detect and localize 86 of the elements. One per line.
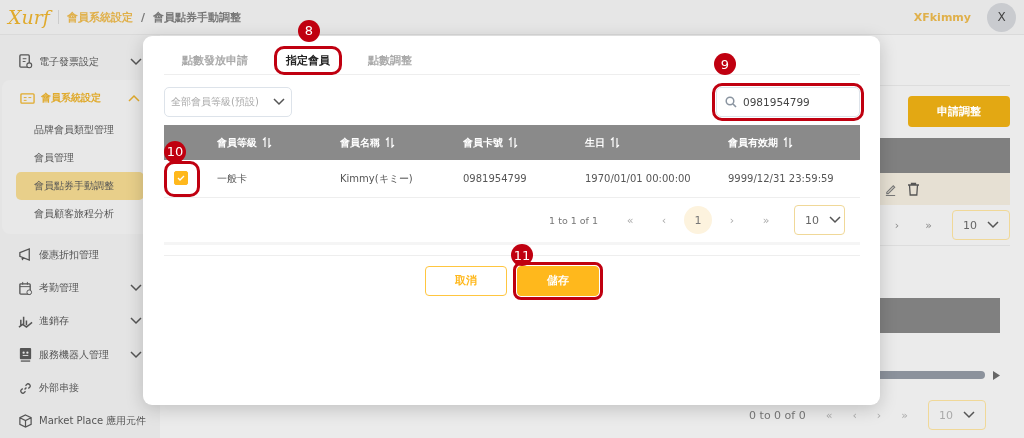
sidebar-item[interactable]: 電子發票設定 [0,45,160,79]
sidebar-subitem[interactable]: 會員管理 [16,144,144,173]
megaphone-icon [18,247,33,263]
chevron-icon [963,411,975,419]
pagination-button[interactable]: » [919,218,938,232]
pagination-button[interactable]: › [718,206,746,234]
chevron-icon [829,216,841,224]
pagination-button[interactable]: « [616,206,644,234]
sidebar-label: 外部串接 [39,381,80,396]
callout-badge: 9 [714,53,736,75]
trash-icon[interactable] [907,182,920,196]
table-cell-text: Kimmy(キミー) [340,171,414,186]
user-name: XFkimmy [913,10,971,24]
chevron-icon [273,98,285,106]
breadcrumb-current: 會員點券手動調整 [152,9,241,25]
sidebar-label: 優惠折扣管理 [39,247,100,262]
chevron-icon [987,221,999,229]
tab[interactable]: 點數發放申請 [174,49,256,71]
sidebar-subitem[interactable]: 會員點券手動調整 [16,172,144,201]
pagination-button[interactable]: « [825,408,833,422]
pagination-button[interactable]: ‹ [852,408,857,422]
sort-icon[interactable] [508,137,518,148]
cancel-button[interactable]: 取消 [425,266,507,296]
column-header[interactable]: 生日 [585,135,605,150]
search-field[interactable]: 0981954799 [716,87,860,117]
sidebar-item[interactable]: 進銷存 [0,304,160,339]
chevron-icon [130,317,142,326]
cube-icon [18,413,33,429]
pagination-button[interactable]: › [876,408,882,422]
column-header[interactable]: 會員卡號 [463,135,503,150]
chevron-icon [130,350,142,359]
page-size-select[interactable]: 10 [928,400,986,430]
chart-icon [18,314,33,329]
chevron-icon [130,284,142,293]
sidebar-item[interactable]: 外部串接 [0,371,160,405]
sidebar-label: 會員系統設定 [41,91,102,106]
page-size-select[interactable]: 10 [794,205,845,235]
check-icon [177,174,185,181]
id-card-icon [20,90,35,106]
checkbox[interactable] [174,170,188,185]
chevron-icon [130,57,142,66]
sort-icon[interactable] [610,137,620,148]
link-icon [18,380,33,396]
sidebar-item[interactable]: 服務機器人管理 [0,338,160,372]
sidebar-item[interactable]: 優惠折扣管理 [0,238,160,272]
tab[interactable]: 點數調整 [360,49,420,71]
sidebar-subitem[interactable]: 品牌會員類型管理 [16,116,144,145]
column-header[interactable]: 會員有效期 [728,135,778,150]
level-select[interactable]: 全部會員等級(預設) [164,87,292,117]
pagination-summary: 1 to 1 of 1 [549,214,598,226]
breadcrumb-separator: / [140,10,145,24]
sidebar-item[interactable]: 會員系統設定 [2,80,158,117]
chevron-icon [128,94,140,103]
sort-icon[interactable] [783,137,793,148]
pagination-button[interactable]: 1 [684,206,712,234]
edit-icon[interactable] [884,182,897,196]
sidebar-subitem[interactable]: 會員顧客旅程分析 [16,200,144,229]
sidebar-label: 考勤管理 [39,281,80,296]
calendar-icon [18,280,33,296]
sidebar-label: Market Place 應用元件 [39,414,147,429]
search-icon [725,96,737,108]
column-header[interactable]: 會員名稱 [340,135,380,150]
pagination-button[interactable]: › [888,218,906,232]
avatar[interactable]: X [987,2,1016,32]
sidebar-label: 進銷存 [39,314,70,329]
table-cell-text: 一般卡 [217,171,248,186]
pagination-button[interactable]: » [752,206,780,234]
pagination-button[interactable]: » [901,408,908,422]
page-size-select[interactable]: 10 [952,210,1010,240]
sidebar-item[interactable]: 考勤管理 [0,271,160,305]
callout-badge: 11 [511,244,533,266]
sidebar-label: 電子發票設定 [39,54,100,69]
sort-icon[interactable] [385,137,395,148]
table-cell-text: 9999/12/31 23:59:59 [728,173,835,184]
apply-button[interactable]: 申請調整 [908,96,1010,127]
robot-icon [18,347,33,363]
sort-icon[interactable] [262,137,272,148]
column-header[interactable]: 會員等級 [217,135,257,150]
table-cell-text: 0981954799 [463,173,528,184]
scroll-right-icon[interactable] [993,370,1000,380]
pagination-button[interactable]: ‹ [650,206,678,234]
pagination-summary: 0 to 0 of 0 [749,408,806,422]
sidebar-item[interactable]: Market Place 應用元件 [0,404,160,438]
document-icon [18,54,33,70]
table-cell-text: 1970/01/01 00:00:00 [585,173,692,184]
sidebar-label: 服務機器人管理 [39,347,110,362]
